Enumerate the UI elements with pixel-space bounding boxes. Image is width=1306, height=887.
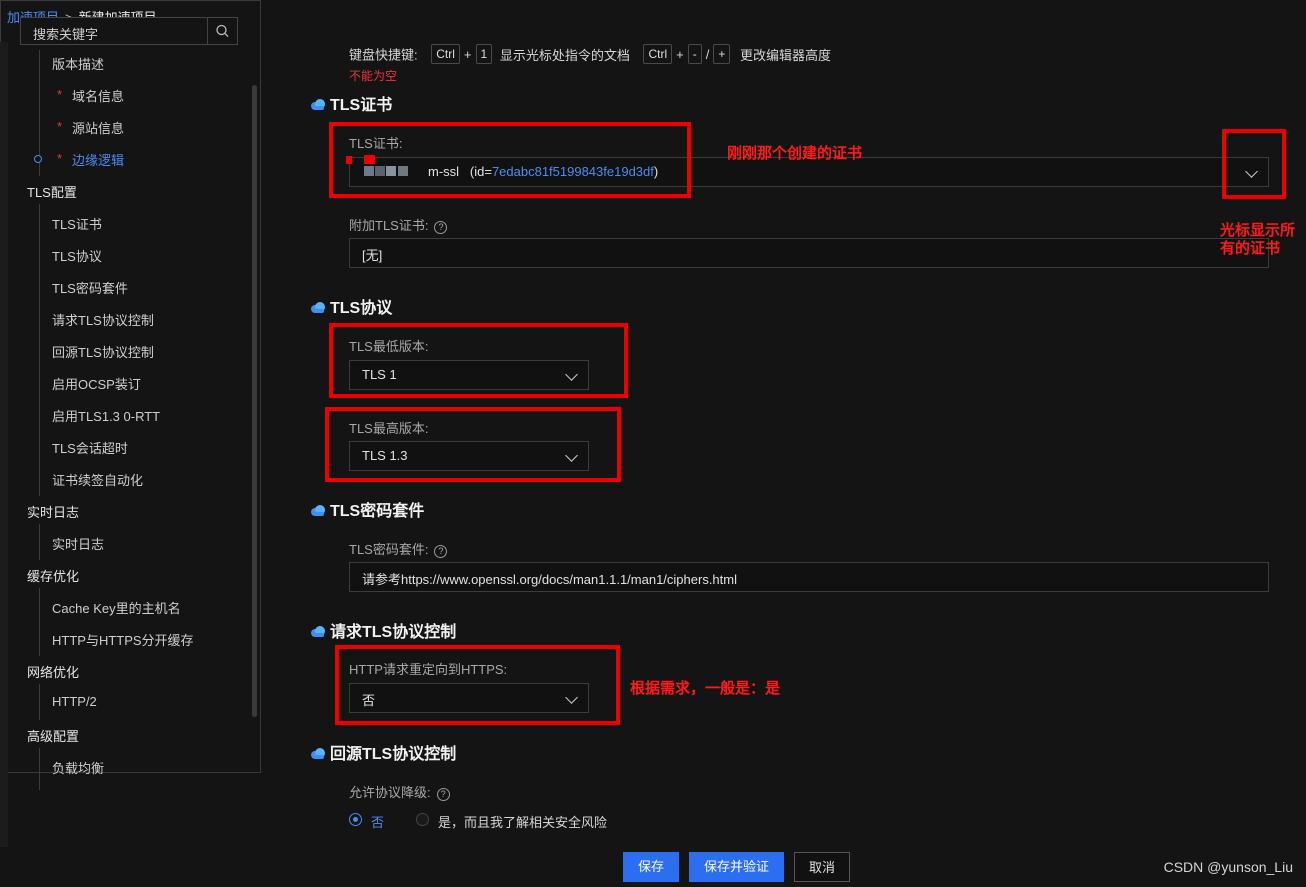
radio-yes-label[interactable]: 是，而且我了解相关安全风险: [438, 812, 607, 831]
hint-desc-height: 更改编辑器高度: [740, 47, 832, 63]
hint-desc-doc: 显示光标处指令的文档: [499, 47, 630, 63]
annotation-box-min-version: [329, 323, 628, 398]
tree-guide-line: [39, 204, 40, 496]
sidebar-item[interactable]: 回源TLS协议控制: [52, 342, 154, 361]
key-ctrl: Ctrl: [431, 44, 460, 64]
sidebar-item[interactable]: Cache Key里的主机名: [52, 598, 181, 617]
key-1: 1: [475, 44, 493, 64]
sidebar-item[interactable]: 域名信息: [57, 86, 124, 105]
cloud-icon: [311, 505, 325, 516]
key-plus: +: [713, 44, 731, 64]
error-message: 不能为空: [349, 69, 398, 83]
sidebar-item[interactable]: TLS会话超时: [52, 438, 128, 457]
sidebar-item[interactable]: HTTP与HTTPS分开缓存: [52, 630, 194, 649]
tree-guide-line: [39, 524, 40, 560]
tree-guide-line: [39, 684, 40, 720]
cancel-button[interactable]: 取消: [794, 852, 850, 882]
tls-cipher-label: TLS密码套件:?: [349, 539, 448, 558]
sidebar-item[interactable]: 请求TLS协议控制: [52, 310, 154, 329]
radio-no[interactable]: [349, 813, 362, 826]
extra-tls-cert-input[interactable]: [无]: [349, 238, 1269, 268]
search-icon: [216, 24, 229, 37]
key-minus: -: [687, 44, 702, 64]
save-button[interactable]: 保存: [623, 852, 679, 882]
sidebar-item[interactable]: 版本描述: [52, 54, 104, 73]
sidebar-navigation: 搜索关键字 版本描述域名信息源站信息边缘逻辑 TLS配置 TLS证书 TLS协议 TLS…: [0, 0, 261, 790]
sidebar-group-title[interactable]: 高级配置: [27, 726, 79, 745]
tree-guide-line: [39, 588, 40, 656]
section-title-tls-cert: TLS证书: [310, 91, 392, 115]
sidebar-group-title[interactable]: 网络优化: [27, 662, 79, 681]
radio-yes[interactable]: [416, 813, 429, 826]
annotation-cert-note: 刚刚那个创建的证书: [727, 145, 863, 162]
radio-no-label[interactable]: 否: [371, 812, 384, 831]
protocol-downgrade-label: 允许协议降级:?: [349, 782, 450, 801]
section-title-tls-cipher: TLS密码套件: [310, 497, 424, 521]
section-title-request-tls: 请求TLS协议控制: [310, 618, 456, 642]
annotation-box-max-version: [325, 407, 621, 482]
help-icon: ?: [434, 221, 448, 234]
tls-cipher-placeholder: 请参考https://www.openssl.org/docs/man1.1.1…: [362, 572, 737, 587]
sidebar-item[interactable]: 负载均衡: [52, 758, 104, 777]
extra-tls-cert-value: [无]: [362, 248, 383, 263]
tls-cipher-input[interactable]: 请参考https://www.openssl.org/docs/man1.1.1…: [349, 562, 1269, 592]
left-edge-strip: [0, 42, 8, 847]
tree-guide-line: [39, 748, 40, 790]
extra-tls-cert-label: 附加TLS证书:?: [349, 215, 448, 234]
key-plus-sign: +: [463, 46, 472, 62]
sidebar-group-title[interactable]: 实时日志: [27, 502, 79, 521]
save-and-verify-button[interactable]: 保存并验证: [689, 852, 784, 882]
sidebar-item[interactable]: HTTP/2: [52, 694, 97, 709]
sidebar-item[interactable]: 边缘逻辑: [57, 150, 124, 169]
editor-shortcut-hint: 键盘快捷键: Ctrl +1 显示光标处指令的文档 Ctrl + - / + 更改编辑器高…: [349, 44, 831, 64]
key-ctrl-2: Ctrl: [643, 44, 673, 64]
active-indicator-dot: [34, 155, 42, 163]
key-plus-sign-2: +: [676, 46, 684, 62]
sidebar-item[interactable]: 源站信息: [57, 118, 124, 137]
section-title-origin-tls: 回源TLS协议控制: [310, 740, 456, 764]
cloud-icon: [311, 626, 325, 637]
hint-prefix: 键盘快捷键:: [349, 47, 418, 63]
sidebar-item[interactable]: 启用TLS1.3 0-RTT: [52, 406, 160, 425]
search-button[interactable]: [207, 18, 237, 44]
sidebar-item[interactable]: 启用OCSP装订: [52, 374, 141, 393]
sidebar-item[interactable]: 实时日志: [52, 534, 104, 553]
cloud-icon: [311, 99, 325, 110]
help-icon: ?: [436, 788, 450, 801]
sidebar-scrollbar[interactable]: [252, 85, 257, 717]
sidebar-item[interactable]: 证书续签自动化: [52, 470, 143, 489]
sidebar-item[interactable]: TLS证书: [52, 214, 102, 233]
annotation-dropdown-note: 光标显示所有的证书: [1220, 222, 1296, 257]
key-slash: /: [705, 46, 710, 62]
cloud-icon: [311, 302, 325, 313]
annotation-box-redirect: [335, 645, 620, 725]
annotation-box-cert: [329, 122, 691, 198]
annotation-box-dropdown: [1222, 129, 1286, 199]
section-title-tls-protocol: TLS协议: [310, 294, 392, 318]
sidebar-item[interactable]: TLS密码套件: [52, 278, 128, 297]
sidebar-item[interactable]: TLS协议: [52, 246, 102, 265]
sidebar-search[interactable]: 搜索关键字: [20, 17, 238, 45]
sidebar-group-title[interactable]: 缓存优化: [27, 566, 79, 585]
cloud-icon: [311, 748, 325, 759]
watermark: CSDN @yunson_Liu: [1163, 859, 1293, 875]
protocol-downgrade-radio-group: 否 是，而且我了解相关安全风险: [349, 812, 649, 831]
search-input[interactable]: 搜索关键字: [33, 24, 98, 43]
annotation-redirect-note: 根据需求，一般是：是: [630, 680, 781, 697]
sidebar-group-title[interactable]: TLS配置: [27, 182, 77, 201]
help-icon: ?: [434, 545, 448, 558]
